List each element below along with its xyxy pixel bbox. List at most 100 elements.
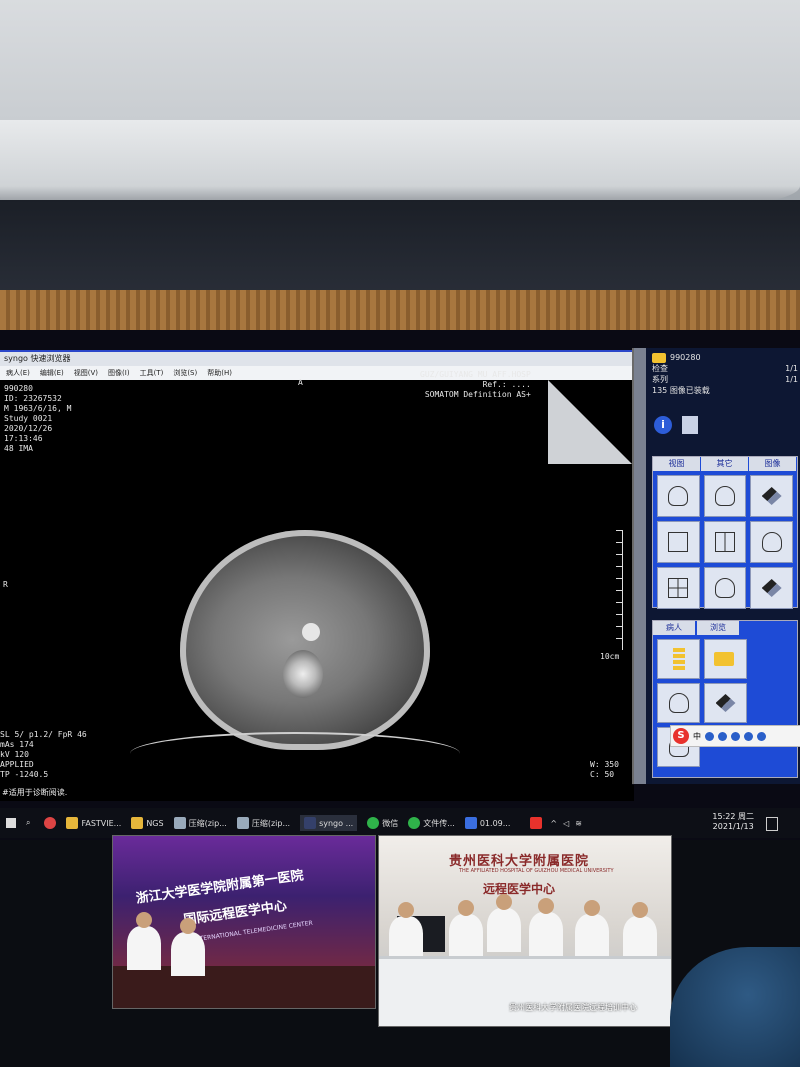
doctor-figure xyxy=(575,900,609,958)
syngo-viewer-window: syngo 快速浏览器 病人(E) 编辑(E) 视图(V) 图像(I) 工具(T… xyxy=(0,350,632,792)
conference-desk xyxy=(113,966,375,1008)
voice-icon[interactable] xyxy=(731,731,740,741)
tab-patient[interactable]: 病人 xyxy=(653,621,695,635)
layout-1x2-button[interactable] xyxy=(703,521,747,563)
control-panel: 990280 检查 1/1 系列 1/1 135 图像已装载 i 视图 其它 图像 … xyxy=(632,348,800,784)
layout-1x1-button[interactable] xyxy=(657,521,700,563)
stacked-heads-button[interactable] xyxy=(703,567,747,609)
volume-icon[interactable]: ◁ xyxy=(563,819,569,828)
3d-head-icon xyxy=(761,532,782,552)
open-folder-button[interactable] xyxy=(704,639,747,679)
punctuation-icon[interactable] xyxy=(705,731,714,741)
tab-view[interactable]: 视图 xyxy=(653,457,701,471)
taskbar-clock[interactable]: 15:22 周二 2021/1/13 xyxy=(712,812,754,832)
sogou-logo-icon[interactable]: S xyxy=(673,728,689,744)
ime-mode[interactable]: 中 xyxy=(693,731,701,742)
single-frame-icon xyxy=(668,532,689,552)
tab-other[interactable]: 其它 xyxy=(701,457,749,471)
doctor-figure xyxy=(389,902,423,960)
image-viewport[interactable]: 990280 ID: 23267532 M 1963/6/16, M Study… xyxy=(0,370,632,792)
open-folder-icon xyxy=(713,652,734,666)
guizhou-center-title: 远程医学中心 xyxy=(483,882,556,896)
surgical-cap xyxy=(670,947,800,1067)
syngo-icon xyxy=(304,817,317,829)
emoji-icon[interactable] xyxy=(718,731,727,741)
notification-icon[interactable] xyxy=(766,817,778,831)
taskbar-item-syngo[interactable]: syngo ... xyxy=(300,815,358,831)
list-icon[interactable] xyxy=(682,416,698,434)
3d-head-button[interactable] xyxy=(750,521,793,563)
sogou-tray-icon[interactable] xyxy=(530,817,543,829)
tab-browse[interactable]: 浏览 xyxy=(697,621,739,635)
taskbar-item-doc[interactable]: 01.09... xyxy=(464,817,510,829)
taskbar-item-zip-2[interactable]: 压缩(zip... xyxy=(236,817,290,829)
layout-single-head-button[interactable] xyxy=(657,475,700,517)
overlay-scan-params: SL 5/ p1.2/ FpR 46 mAs 174 kV 120 APPLIE… xyxy=(0,730,87,779)
patient-list-button[interactable] xyxy=(657,639,700,679)
tray-chevron-icon[interactable]: ^ xyxy=(550,819,557,828)
ct-vertebra xyxy=(283,650,323,698)
layout-2x2-button[interactable] xyxy=(657,567,700,609)
doctor-figure xyxy=(487,894,521,952)
folder-icon xyxy=(131,817,144,829)
exam-row: 检查 1/1 xyxy=(652,364,798,373)
network-icon[interactable]: ≋ xyxy=(575,819,582,828)
heads-icon xyxy=(714,486,735,506)
chrome-icon[interactable] xyxy=(44,817,57,829)
menu-image[interactable]: 图像(I) xyxy=(108,366,130,380)
menu-patient[interactable]: 病人(E) xyxy=(6,366,30,380)
series-row: 系列 1/1 xyxy=(652,375,798,384)
overlay-hospital-info: GUZ/GUIYANG MU AFF.HOSP Ref.: .... SOMAT… xyxy=(420,370,531,399)
wechat-icon xyxy=(367,817,380,829)
ct-abdomen-slice xyxy=(180,530,430,750)
info-icon[interactable]: i xyxy=(654,416,672,434)
menu-view[interactable]: 视图(V) xyxy=(74,366,98,380)
document-icon xyxy=(464,817,477,829)
taskbar-item-wechat[interactable]: 微信 xyxy=(367,817,398,829)
menu-browse[interactable]: 浏览(S) xyxy=(173,366,197,380)
mip-icon xyxy=(761,579,782,597)
wall-wood-panel xyxy=(0,290,800,332)
taskbar-item-zip-1[interactable]: 压缩(zip... xyxy=(173,817,227,829)
user-icon[interactable] xyxy=(757,731,766,741)
taskbar-item-ngs[interactable]: NGS xyxy=(131,817,164,829)
overlay-window-level: W: 350 C: 50 xyxy=(590,760,619,779)
menu-edit[interactable]: 编辑(E) xyxy=(40,366,64,380)
scale-ruler xyxy=(616,530,623,650)
patient-id: 990280 xyxy=(670,353,701,362)
folder-icon xyxy=(66,817,79,829)
volume-render-button[interactable] xyxy=(750,475,793,517)
folder-icon xyxy=(652,352,666,363)
menu-help[interactable]: 帮助(H) xyxy=(207,366,232,380)
conference-desk xyxy=(379,956,671,1026)
page-corner-icon[interactable] xyxy=(548,380,632,464)
patient-summary: 990280 检查 1/1 系列 1/1 135 图像已装载 xyxy=(652,352,798,396)
layout-multi-head-button[interactable] xyxy=(703,475,747,517)
zhejiang-center-title: 国际远程医学中心 xyxy=(182,898,288,929)
patient-head-icon xyxy=(668,693,689,713)
window-titlebar: syngo 快速浏览器 xyxy=(0,352,632,366)
transfer-icon xyxy=(715,694,736,712)
tab-image[interactable]: 图像 xyxy=(749,457,797,471)
patient-head-button[interactable] xyxy=(657,683,700,723)
guizhou-caption: 贵州医科大学附属医院远程培训中心 xyxy=(509,1003,637,1012)
keyboard-icon[interactable] xyxy=(744,731,753,741)
ime-toolbar: S 中 xyxy=(670,725,800,747)
guizhou-hospital-title: 贵州医科大学附属医院 xyxy=(449,854,590,869)
clock-date: 2021/1/13 xyxy=(712,822,754,831)
doctor-figure xyxy=(171,918,205,976)
loaded-count: 135 图像已装载 xyxy=(652,386,710,395)
zip-icon xyxy=(173,817,186,829)
menu-tools[interactable]: 工具(T) xyxy=(140,366,164,380)
windows-start-icon[interactable] xyxy=(6,818,16,828)
zip-icon xyxy=(236,817,249,829)
search-icon[interactable]: ⌕ xyxy=(26,818,30,828)
transfer-button[interactable] xyxy=(704,683,747,723)
list-stack-icon xyxy=(672,648,685,670)
taskbar-item-fastview[interactable]: FASTVIE... xyxy=(66,817,121,829)
mip-button[interactable] xyxy=(750,567,793,609)
doctor-figure xyxy=(127,912,161,970)
taskbar-item-file-transfer[interactable]: 文件传... xyxy=(408,817,455,829)
split-frame-icon xyxy=(714,532,735,552)
scrollbar[interactable] xyxy=(634,348,646,784)
